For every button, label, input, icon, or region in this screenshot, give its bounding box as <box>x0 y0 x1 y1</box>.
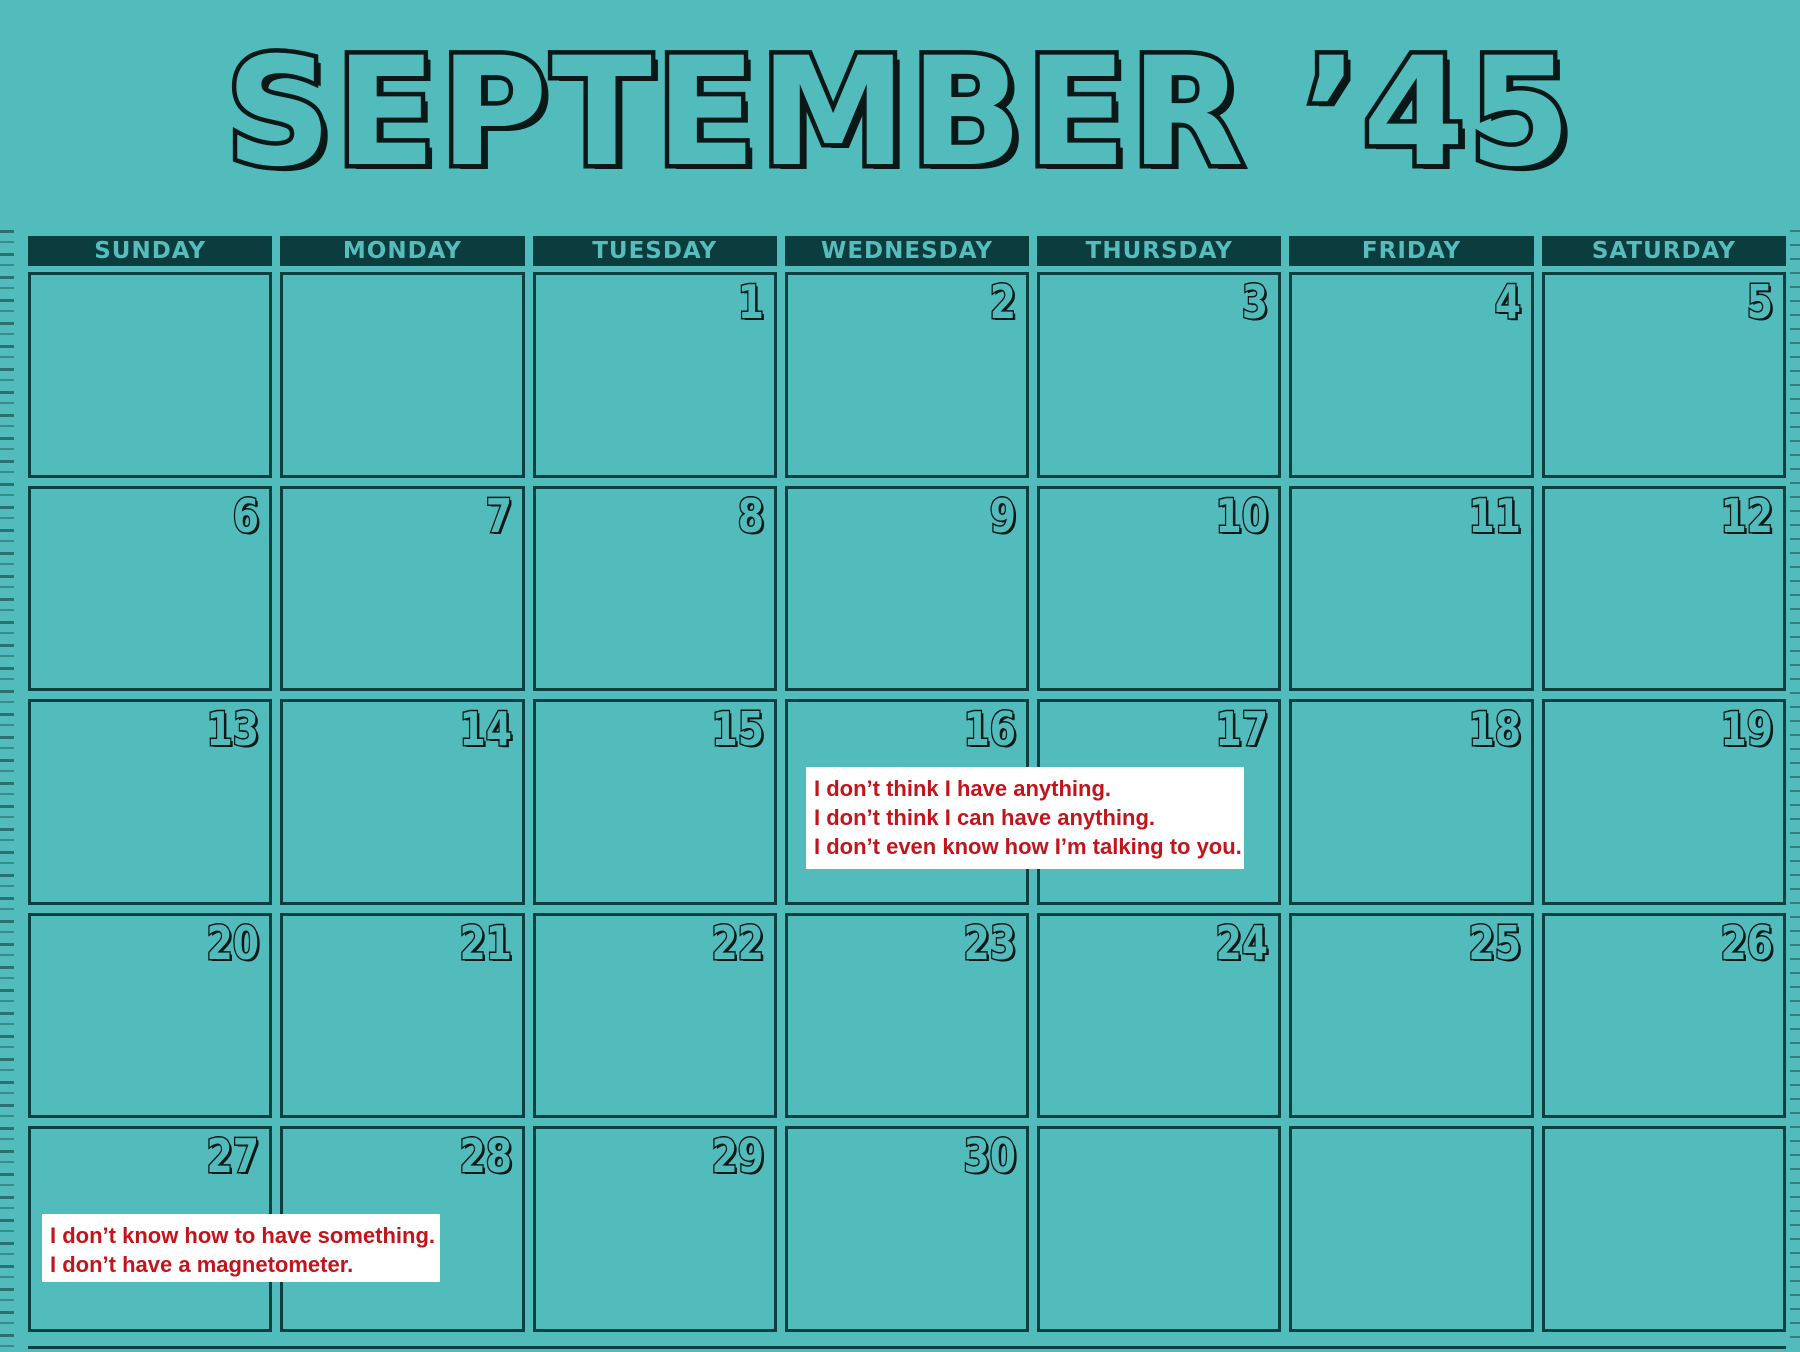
day-cell: 18 <box>1289 699 1534 905</box>
day-number: 12 <box>1719 488 1774 543</box>
day-cell: 20 <box>28 912 273 1119</box>
day-cell: 3 <box>1037 272 1282 478</box>
day-number: 2 <box>989 275 1018 329</box>
day-number: 29 <box>710 1129 765 1184</box>
day-number: 3 <box>1241 275 1270 329</box>
day-cell: 7 <box>280 485 525 692</box>
day-cell: 5 <box>1541 272 1786 478</box>
day-number: 17 <box>1215 702 1270 757</box>
weekday-tuesday: TUESDAY <box>532 236 777 266</box>
day-cell: 15 <box>532 699 777 905</box>
note-sep-16: I don’t think I have anything. I don’t t… <box>806 767 1244 869</box>
day-number: 28 <box>458 1129 513 1184</box>
day-cell <box>1289 1126 1534 1332</box>
day-number: 27 <box>206 1129 261 1184</box>
day-number: 14 <box>458 702 513 757</box>
day-cell <box>28 272 273 478</box>
day-number: 23 <box>962 915 1017 970</box>
distressed-right-edge <box>1790 230 1800 1350</box>
day-cell: 21 <box>280 912 525 1119</box>
day-cell: 8 <box>532 485 777 692</box>
note-line: I don’t even know how I’m talking to you… <box>814 834 1242 859</box>
day-number: 5 <box>1746 275 1775 329</box>
note-line: I don’t have a magnetometer. <box>50 1252 354 1277</box>
note-line: I don’t know how to have something. <box>50 1223 435 1248</box>
day-cell: 9 <box>784 485 1030 692</box>
day-cell: 1 <box>532 272 777 478</box>
day-number: 21 <box>458 915 513 970</box>
day-number: 30 <box>962 1129 1017 1184</box>
bottom-border <box>28 1346 1786 1349</box>
day-cell: 10 <box>1037 485 1282 692</box>
day-number: 7 <box>484 488 513 543</box>
day-number: 1 <box>736 275 765 329</box>
day-number: 26 <box>1719 915 1774 970</box>
day-number: 22 <box>710 915 765 970</box>
title-area: SEPTEMBER ’45 <box>0 28 1800 198</box>
day-number: 4 <box>1493 275 1522 329</box>
day-number: 9 <box>989 488 1018 543</box>
day-cell <box>280 272 525 478</box>
day-cell: 13 <box>28 699 273 905</box>
note-line: I don’t think I can have anything. <box>814 805 1156 830</box>
distressed-left-edge <box>0 230 14 1350</box>
day-number: 24 <box>1215 915 1270 970</box>
month-title: SEPTEMBER ’45 <box>221 26 1575 200</box>
weekday-friday: FRIDAY <box>1289 236 1534 266</box>
day-cell: 26 <box>1541 912 1786 1119</box>
day-cell: 22 <box>532 912 777 1119</box>
weekday-saturday: SATURDAY <box>1541 236 1786 266</box>
day-cell: 25 <box>1289 912 1534 1119</box>
day-cell <box>1541 1126 1786 1332</box>
weekday-sunday: SUNDAY <box>28 236 273 266</box>
day-cell: 12 <box>1541 485 1786 692</box>
day-number: 20 <box>206 915 261 970</box>
weekday-wednesday: WEDNESDAY <box>784 236 1030 266</box>
day-number: 15 <box>710 702 765 757</box>
day-cell: 6 <box>28 485 273 692</box>
day-cell <box>1037 1126 1282 1332</box>
day-number: 10 <box>1215 488 1270 543</box>
weekday-monday: MONDAY <box>280 236 525 266</box>
day-number: 8 <box>736 488 765 543</box>
day-cell: 11 <box>1289 485 1534 692</box>
day-number: 11 <box>1467 488 1522 543</box>
day-number: 25 <box>1467 915 1522 970</box>
day-number: 19 <box>1719 702 1774 757</box>
note-sep-27: I don’t know how to have something. I do… <box>42 1214 440 1282</box>
day-cell: 4 <box>1289 272 1534 478</box>
day-cell: 30 <box>784 1126 1030 1332</box>
day-cell: 2 <box>784 272 1030 478</box>
day-cell: 24 <box>1037 912 1282 1119</box>
weekday-header-row: SUNDAY MONDAY TUESDAY WEDNESDAY THURSDAY… <box>28 236 1786 266</box>
day-cell: 23 <box>784 912 1030 1119</box>
day-number: 6 <box>232 488 261 543</box>
day-number: 18 <box>1467 702 1522 757</box>
day-cell: 29 <box>532 1126 777 1332</box>
weekday-thursday: THURSDAY <box>1037 236 1282 266</box>
day-number: 16 <box>962 702 1017 757</box>
note-line: I don’t think I have anything. <box>814 776 1112 801</box>
day-cell: 14 <box>280 699 525 905</box>
day-cell: 19 <box>1541 699 1786 905</box>
day-number: 13 <box>206 702 261 757</box>
